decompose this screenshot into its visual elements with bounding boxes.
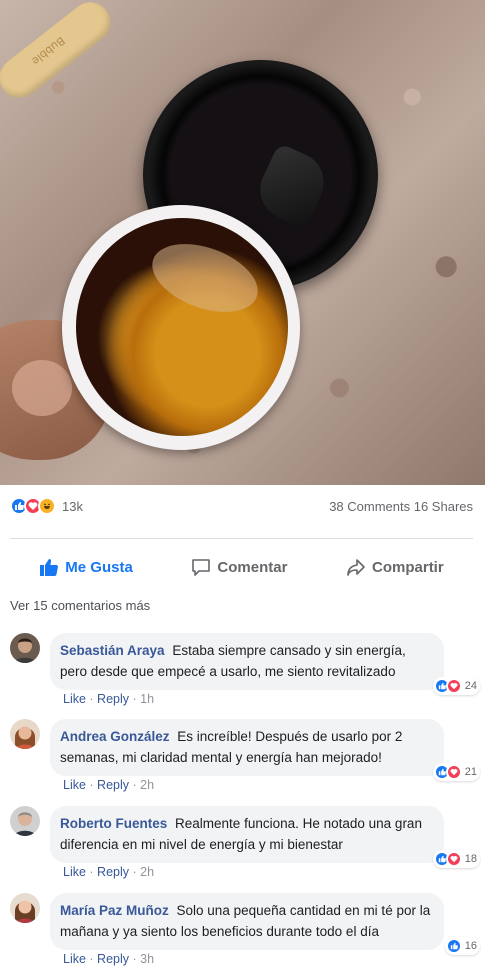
- share-label: Compartir: [372, 558, 444, 576]
- thumbs-up-icon: [40, 559, 59, 576]
- reaction-count[interactable]: 13k: [62, 499, 83, 514]
- stick-brand-text: Bubble: [29, 33, 68, 68]
- fingernail: [12, 360, 72, 416]
- comment-icon: [192, 559, 211, 576]
- like-button[interactable]: Me Gusta: [39, 557, 133, 577]
- timestamp[interactable]: 2h: [140, 865, 154, 879]
- like-link[interactable]: Like: [63, 952, 86, 966]
- comment: Roberto Fuentes Realmente funciona. He n…: [10, 806, 480, 886]
- like-link[interactable]: Like: [63, 692, 86, 706]
- commenter-name[interactable]: María Paz Muñoz: [60, 903, 169, 918]
- post-photo[interactable]: Bubble: [0, 0, 485, 485]
- share-icon: [347, 559, 365, 576]
- comment-reactions[interactable]: 16: [444, 937, 480, 955]
- like-link[interactable]: Like: [63, 778, 86, 792]
- comment: María Paz Muñoz Solo una pequeña cantida…: [10, 893, 480, 973]
- timestamp[interactable]: 2h: [140, 778, 154, 792]
- love-icon: [445, 678, 462, 694]
- commenter-name[interactable]: Roberto Fuentes: [60, 816, 167, 831]
- divider: [10, 538, 473, 539]
- action-bar: Me Gusta Comentar Compartir: [10, 550, 473, 584]
- avatar[interactable]: [10, 633, 40, 663]
- reactions-bar: 13k 38 Comments 16 Shares: [10, 494, 473, 518]
- commenter-name[interactable]: Sebastián Araya: [60, 643, 165, 658]
- like-icon: [445, 938, 462, 954]
- reply-link[interactable]: Reply: [97, 692, 129, 706]
- like-link[interactable]: Like: [63, 865, 86, 879]
- reply-link[interactable]: Reply: [97, 952, 129, 966]
- reaction-count: 16: [464, 940, 477, 952]
- avatar[interactable]: [10, 719, 40, 749]
- comment-bubble: Andrea González Es increíble! Después de…: [50, 719, 444, 776]
- comment-meta: Like · Reply · 3h: [63, 952, 155, 966]
- love-icon: [445, 764, 462, 780]
- comment-meta: Like · Reply · 2h: [63, 865, 155, 879]
- post-stats[interactable]: 38 Comments 16 Shares: [329, 499, 473, 514]
- comment-meta: Like · Reply · 2h: [63, 778, 155, 792]
- comment-meta: Like · Reply · 1h: [63, 692, 155, 706]
- comment: Sebastián Araya Estaba siempre cansado y…: [10, 633, 480, 713]
- reaction-count: 24: [464, 680, 477, 692]
- timestamp[interactable]: 1h: [140, 692, 154, 706]
- comment-label: Comentar: [217, 558, 288, 576]
- share-button[interactable]: Compartir: [346, 557, 444, 577]
- comment-reactions[interactable]: 18: [432, 850, 480, 868]
- timestamp[interactable]: 3h: [140, 952, 154, 966]
- comment-button[interactable]: Comentar: [191, 557, 287, 577]
- reply-link[interactable]: Reply: [97, 865, 129, 879]
- reaction-count: 21: [464, 766, 477, 778]
- love-icon: [445, 851, 462, 867]
- comment-bubble: María Paz Muñoz Solo una pequeña cantida…: [50, 893, 444, 950]
- commenter-name[interactable]: Andrea González: [60, 729, 170, 744]
- haha-icon: [38, 497, 56, 515]
- avatar[interactable]: [10, 806, 40, 836]
- view-more-comments[interactable]: Ver 15 comentarios más: [10, 598, 150, 613]
- comment-bubble: Sebastián Araya Estaba siempre cansado y…: [50, 633, 444, 690]
- avatar[interactable]: [10, 893, 40, 923]
- comment-bubble: Roberto Fuentes Realmente funciona. He n…: [50, 806, 444, 863]
- reaction-count: 18: [464, 853, 477, 865]
- wooden-stick: Bubble: [0, 0, 119, 106]
- comment-reactions[interactable]: 21: [432, 763, 480, 781]
- comment-reactions[interactable]: 24: [432, 677, 480, 695]
- reaction-icons[interactable]: [10, 497, 56, 515]
- comment: Andrea González Es increíble! Después de…: [10, 719, 480, 799]
- reply-link[interactable]: Reply: [97, 778, 129, 792]
- like-label: Me Gusta: [65, 558, 133, 576]
